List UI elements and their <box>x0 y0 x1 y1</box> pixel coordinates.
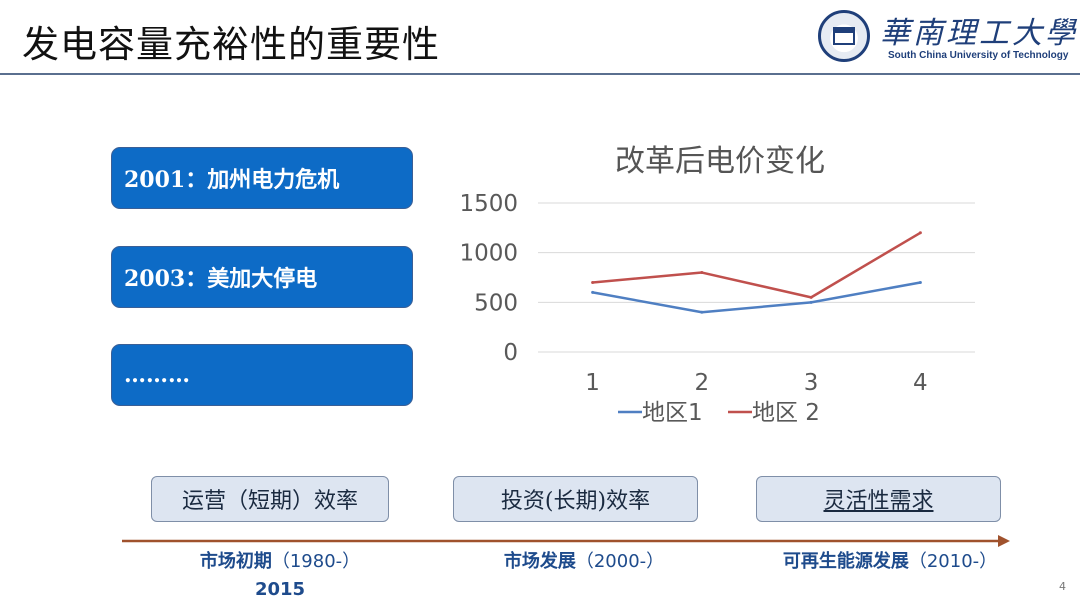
data-point <box>591 280 595 284</box>
stage-label: 灵活性需求 <box>823 489 934 514</box>
data-point <box>809 300 813 304</box>
stage-box-flexibility-demand[interactable]: 灵活性需求 <box>756 476 1001 522</box>
legend-label: 地区1 <box>642 400 703 426</box>
university-name-cn: 華南理工大學 <box>880 16 1078 51</box>
event-box-us-canada-blackout[interactable]: 2003：美加大停电 <box>111 246 413 308</box>
data-point <box>591 290 595 294</box>
stage-label: 运营（短期）效率 <box>181 489 358 514</box>
y-tick-label: 0 <box>503 340 518 366</box>
event-label: 2003：美加大停电 <box>124 266 318 292</box>
timeline-arrow <box>122 535 1010 547</box>
era-market-development: 市场发展（2000-） <box>503 551 665 572</box>
event-box-more[interactable]: ……… <box>111 344 413 406</box>
stage-box-operation-efficiency[interactable]: 运营（短期）效率 <box>151 476 389 522</box>
university-logo: 華南理工大學 South China University of Technol… <box>818 8 1075 66</box>
legend-label: 地区 2 <box>752 400 820 426</box>
title-divider <box>0 73 1080 75</box>
stage-box-investment-efficiency[interactable]: 投资(长期)效率 <box>453 476 698 522</box>
series-line-1 <box>592 281 921 314</box>
x-tick-label: 1 <box>585 370 600 396</box>
x-tick-label: 3 <box>804 370 819 396</box>
data-point <box>918 231 922 235</box>
event-label: ……… <box>124 362 190 388</box>
y-tick-label: 500 <box>474 290 518 316</box>
page-number: 4 <box>1059 580 1066 593</box>
university-name-en: South China University of Technology <box>888 50 1069 61</box>
x-tick-label: 2 <box>695 370 710 396</box>
era-market-early: 市场初期（1980-） 2015 <box>199 551 361 600</box>
price-change-chart: 改革后电价变化 0 500 1000 1500 1 2 3 4 地区1 地区 2 <box>459 144 975 426</box>
slide-title: 发电容量充裕性的重要性 <box>22 23 440 66</box>
event-label: 2001：加州电力危机 <box>124 167 340 193</box>
y-tick-label: 1000 <box>459 241 518 267</box>
university-seal-icon <box>818 10 870 62</box>
series-line-2 <box>592 231 922 299</box>
data-point <box>918 280 922 284</box>
event-box-california-crisis[interactable]: 2001：加州电力危机 <box>111 147 413 209</box>
chart-title: 改革后电价变化 <box>615 144 825 179</box>
data-point <box>700 310 704 314</box>
data-point <box>700 271 704 275</box>
data-point <box>809 295 813 299</box>
x-tick-label: 4 <box>913 370 928 396</box>
stage-label: 投资(长期)效率 <box>500 489 651 514</box>
era-renewable-development: 可再生能源发展（2010-） <box>782 551 998 572</box>
y-tick-label: 1500 <box>459 191 518 217</box>
